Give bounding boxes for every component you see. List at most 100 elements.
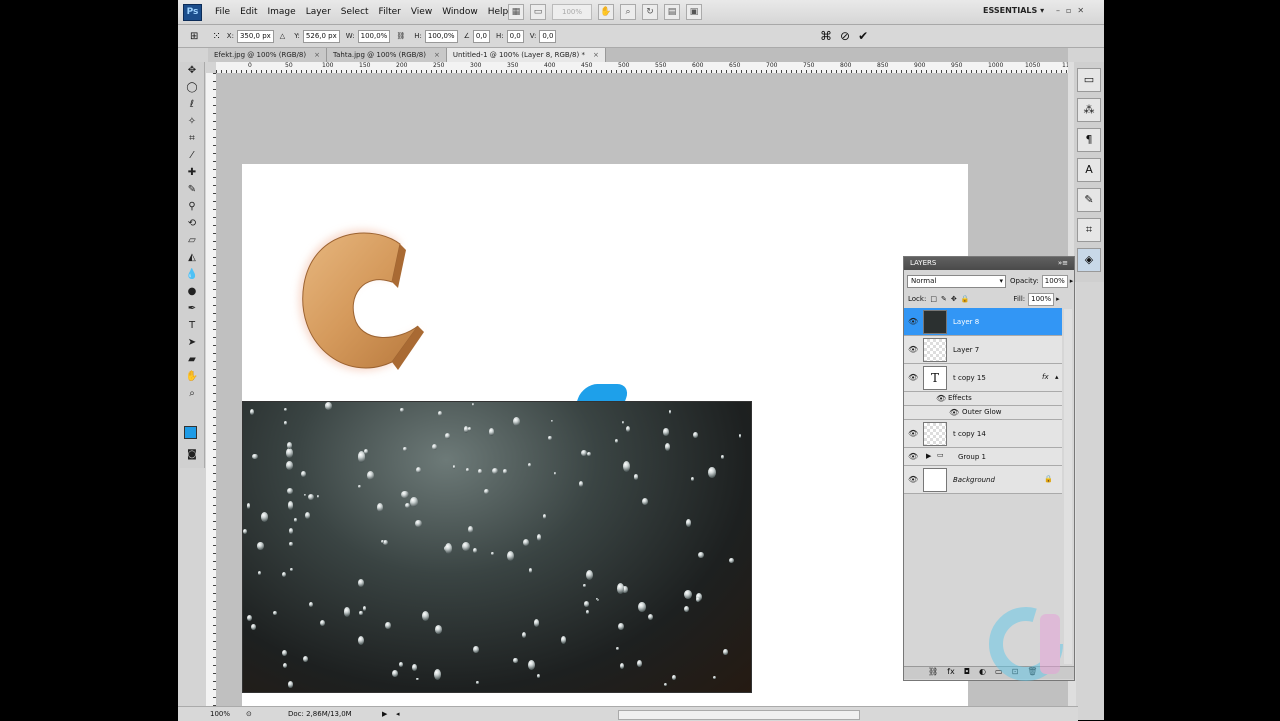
- outer-glow-eye-icon[interactable]: 👁: [949, 408, 959, 417]
- navigator-icon[interactable]: ▭: [1077, 68, 1101, 92]
- close-icon[interactable]: ×: [593, 48, 599, 62]
- lasso-icon[interactable]: ℓ: [180, 96, 204, 113]
- transform-tool-icon[interactable]: ⊞: [190, 31, 198, 42]
- expand-group-icon[interactable]: ▶: [926, 452, 931, 460]
- arrange-documents-icon[interactable]: ▤: [664, 4, 680, 20]
- history-brush-icon[interactable]: ⟲: [180, 215, 204, 232]
- quick-mask-icon[interactable]: ◙: [180, 446, 204, 463]
- angle-field[interactable]: 0,0: [472, 29, 490, 43]
- warp-icon[interactable]: ⌘: [820, 28, 832, 44]
- add-style-icon[interactable]: fx: [947, 667, 955, 679]
- link-layers-icon[interactable]: ⛓: [928, 667, 938, 679]
- zoom-readout[interactable]: 100%: [210, 707, 230, 721]
- y-field[interactable]: 526,0 px: [302, 29, 340, 43]
- raindrop-photo-layer[interactable]: [242, 401, 752, 693]
- workspace-switcher[interactable]: ESSENTIALS ▾: [983, 6, 1044, 15]
- status-icon[interactable]: ⊙: [246, 707, 252, 721]
- commit-transform-icon[interactable]: ✔: [858, 28, 868, 44]
- visibility-eye-icon[interactable]: 👁: [908, 475, 918, 484]
- h-skew-field[interactable]: 0,0: [506, 29, 524, 43]
- screen-mode-icon[interactable]: ▣: [686, 4, 702, 20]
- tab-untitled[interactable]: Untitled-1 @ 100% (Layer 8, RGB/8) * ×: [446, 48, 606, 62]
- close-icon[interactable]: ×: [314, 48, 320, 62]
- menu-window[interactable]: Window: [437, 0, 483, 24]
- add-mask-icon[interactable]: ◘: [964, 667, 970, 679]
- minimize-button[interactable]: –: [1056, 6, 1060, 15]
- layer-row-layer-7[interactable]: 👁 Layer 7: [904, 336, 1062, 364]
- brush-presets-icon[interactable]: ⁂: [1077, 98, 1101, 122]
- close-button[interactable]: ✕: [1077, 6, 1084, 15]
- path-selection-icon[interactable]: ➤: [180, 334, 204, 351]
- transform-icon[interactable]: ⌗: [1077, 218, 1101, 242]
- layer-row-group-1[interactable]: 👁 ▶ ▭ Group 1: [904, 448, 1062, 466]
- restore-button[interactable]: ▫: [1066, 6, 1071, 15]
- healing-brush-icon[interactable]: ✚: [180, 164, 204, 181]
- type-tool-icon[interactable]: T: [180, 317, 204, 334]
- move-tool-icon[interactable]: ✥: [180, 62, 204, 79]
- menu-image[interactable]: Image: [263, 0, 301, 24]
- layer-row-t-copy-14[interactable]: 👁 t copy 14: [904, 420, 1062, 448]
- eraser-icon[interactable]: ▱: [180, 232, 204, 249]
- ellipse-marquee-icon[interactable]: ◯: [180, 79, 204, 96]
- dodge-icon[interactable]: ●: [180, 283, 204, 300]
- blur-icon[interactable]: 💧: [180, 266, 204, 283]
- tab-efekt[interactable]: Efekt.jpg @ 100% (RGB/8) ×: [208, 48, 327, 62]
- visibility-eye-icon[interactable]: 👁: [908, 429, 918, 438]
- tab-tahta[interactable]: Tahta.jpg @ 100% (RGB/8) ×: [326, 48, 447, 62]
- reference-point-icon[interactable]: ⁙: [212, 31, 220, 42]
- h-field[interactable]: 100,0%: [424, 29, 458, 43]
- horizontal-scrollbar[interactable]: [618, 710, 860, 720]
- paragraph-icon[interactable]: ¶: [1077, 128, 1101, 152]
- foreground-color-swatch[interactable]: [184, 426, 197, 439]
- layers-panel-icon[interactable]: ◈: [1077, 248, 1101, 272]
- bridge-icon[interactable]: ▦: [508, 4, 524, 20]
- layer-row-layer-8[interactable]: 👁 Layer 8: [904, 308, 1062, 336]
- status-menu-arrow-icon[interactable]: ▶: [382, 707, 387, 721]
- fill-arrow-icon[interactable]: ▸: [1056, 295, 1060, 303]
- close-icon[interactable]: ×: [434, 48, 440, 62]
- effects-row[interactable]: 👁 Effects: [904, 392, 1062, 406]
- opacity-field[interactable]: 100%: [1041, 274, 1068, 288]
- visibility-eye-icon[interactable]: 👁: [908, 452, 918, 461]
- document-canvas[interactable]: [242, 164, 968, 706]
- clone-source-icon[interactable]: ✎: [1077, 188, 1101, 212]
- outer-glow-row[interactable]: 👁 Outer Glow: [904, 406, 1062, 420]
- shape-tool-icon[interactable]: ▰: [180, 351, 204, 368]
- menu-filter[interactable]: Filter: [374, 0, 406, 24]
- menu-view[interactable]: View: [406, 0, 437, 24]
- hand-tool-icon[interactable]: ✋: [180, 368, 204, 385]
- lock-all-icon[interactable]: 🔒: [961, 295, 970, 303]
- zoom-tool-icon[interactable]: ⌕: [180, 385, 204, 402]
- visibility-eye-icon[interactable]: 👁: [908, 345, 918, 354]
- x-field[interactable]: 350,0 px: [236, 29, 274, 43]
- lock-position-icon[interactable]: ✥: [951, 295, 957, 303]
- v-skew-field[interactable]: 0,0: [539, 29, 557, 43]
- fx-icon[interactable]: fx: [1042, 373, 1049, 381]
- view-extras-icon[interactable]: ▭: [530, 4, 546, 20]
- effects-eye-icon[interactable]: 👁: [936, 394, 946, 403]
- layer-row-t-copy-15[interactable]: 👁 T t copy 15 fx ▴: [904, 364, 1062, 392]
- hand-icon[interactable]: ✋: [598, 4, 614, 20]
- brush-icon[interactable]: ✎: [180, 181, 204, 198]
- fill-field[interactable]: 100%: [1028, 292, 1055, 306]
- blend-mode-select[interactable]: Normal ▾: [907, 274, 1006, 288]
- zoom-icon[interactable]: ⌕: [620, 4, 636, 20]
- opacity-arrow-icon[interactable]: ▸: [1070, 277, 1074, 285]
- paint-bucket-icon[interactable]: ◭: [180, 249, 204, 266]
- eyedropper-icon[interactable]: ⁄: [180, 147, 204, 164]
- pen-icon[interactable]: ✒: [180, 300, 204, 317]
- cancel-transform-icon[interactable]: ⊘: [840, 28, 850, 44]
- menu-layer[interactable]: Layer: [301, 0, 336, 24]
- menu-file[interactable]: File: [210, 0, 235, 24]
- magic-wand-icon[interactable]: ✧: [180, 113, 204, 130]
- character-icon[interactable]: A: [1077, 158, 1101, 182]
- clone-stamp-icon[interactable]: ⚲: [180, 198, 204, 215]
- visibility-eye-icon[interactable]: 👁: [908, 373, 918, 382]
- rotate-view-icon[interactable]: ↻: [642, 4, 658, 20]
- link-icon[interactable]: ⛓: [396, 32, 405, 40]
- adjustment-layer-icon[interactable]: ◐: [979, 667, 986, 679]
- lock-transparent-icon[interactable]: □: [930, 295, 937, 303]
- layer-row-background[interactable]: 👁 Background 🔒: [904, 466, 1062, 494]
- scroll-left-icon[interactable]: ◂: [396, 707, 400, 721]
- menu-edit[interactable]: Edit: [235, 0, 262, 24]
